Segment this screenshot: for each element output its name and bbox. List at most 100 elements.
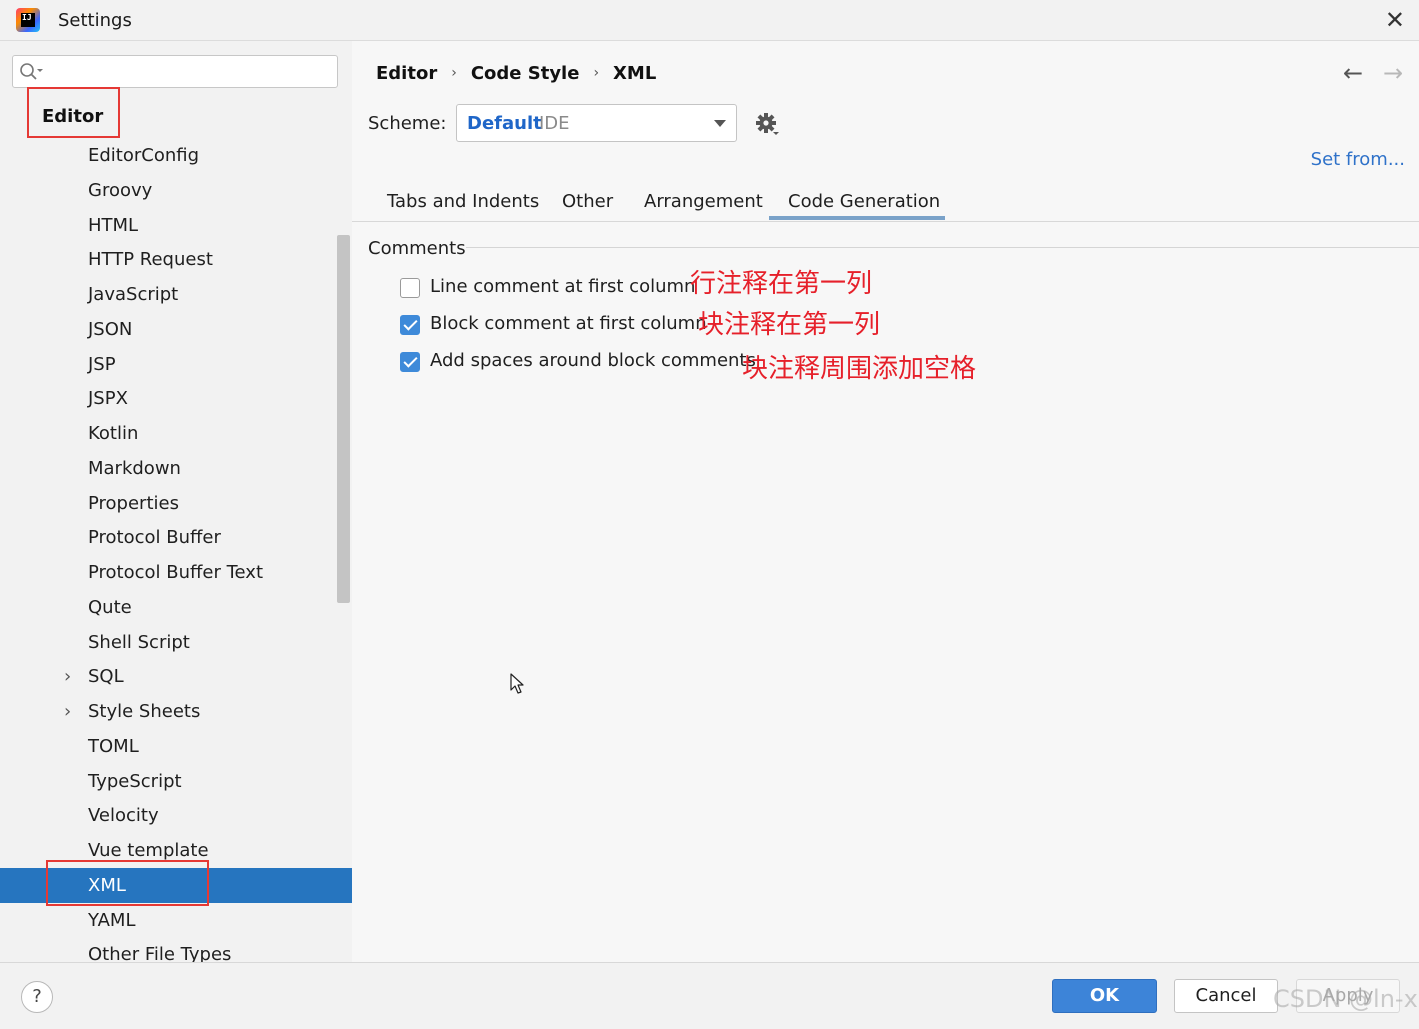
intellij-app-icon: IJ <box>16 8 40 32</box>
sidebar-item-qute[interactable]: Qute <box>0 590 352 625</box>
sidebar-item-typescript[interactable]: TypeScript <box>0 764 352 799</box>
sidebar-item-kotlin[interactable]: Kotlin <box>0 416 352 451</box>
dialog-footer: ? OK Cancel Apply CSDN @ln-x <box>0 962 1419 1029</box>
breadcrumb-item-editor[interactable]: Editor <box>376 63 437 84</box>
sidebar-item-label: Protocol Buffer Text <box>88 562 264 583</box>
sidebar-item-protocol-buffer[interactable]: Protocol Buffer <box>0 520 352 555</box>
sidebar-item-sql[interactable]: › SQL <box>0 659 352 694</box>
sidebar-item-label: Style Sheets <box>88 701 201 722</box>
sidebar-item-style-sheets[interactable]: › Style Sheets <box>0 694 352 729</box>
sidebar-item-label: JSP <box>88 353 116 375</box>
sidebar-item-label: HTML <box>88 214 139 236</box>
scheme-label: Scheme: <box>368 113 447 134</box>
forward-arrow-icon[interactable]: → <box>1373 59 1413 87</box>
scheme-value: Default <box>467 113 542 134</box>
close-icon[interactable]: ✕ <box>1385 6 1405 34</box>
history-navigation: ← → <box>1333 59 1413 87</box>
tab-other[interactable]: Other <box>562 191 613 212</box>
sidebar-item-label: Shell Script <box>88 631 190 653</box>
sidebar-scrollbar[interactable] <box>337 235 350 603</box>
annotation-note-add-spaces: 块注释周围添加空格 <box>742 354 977 384</box>
sidebar-section-editor[interactable]: Editor <box>42 106 103 127</box>
breadcrumb-separator-icon: › <box>593 65 600 81</box>
title-bar: IJ Settings ✕ <box>0 0 1419 41</box>
tab-tabs-and-indents[interactable]: Tabs and Indents <box>387 191 539 212</box>
sidebar-item-label: JSON <box>88 318 133 340</box>
group-divider <box>466 247 1419 248</box>
breadcrumb-separator-icon: › <box>451 65 457 81</box>
sidebar-item-label: Qute <box>88 596 132 618</box>
scheme-dropdown[interactable]: Default IDE <box>456 104 737 142</box>
sidebar-item-vue-template[interactable]: Vue template <box>0 833 352 868</box>
sidebar-item-other-file-types[interactable]: Other File Types <box>0 937 352 962</box>
sidebar-item-editorconfig[interactable]: EditorConfig <box>0 138 352 173</box>
window-title: Settings <box>58 10 132 31</box>
sidebar-item-label: YAML <box>88 909 136 931</box>
sidebar-item-http-request[interactable]: HTTP Request <box>0 242 352 277</box>
sidebar-item-label: TypeScript <box>88 770 182 792</box>
sidebar-item-protocol-buffer-text[interactable]: Protocol Buffer Text <box>0 555 352 590</box>
scheme-sub-label: IDE <box>539 113 570 134</box>
sidebar-item-toml[interactable]: TOML <box>0 729 352 764</box>
tab-bar: Tabs and Indents Other Arrangement Code … <box>352 183 1419 222</box>
line-comment-label[interactable]: Line comment at first column <box>430 276 695 297</box>
cancel-button[interactable]: Cancel <box>1174 979 1278 1013</box>
annotation-note-line-comment: 行注释在第一列 <box>690 269 873 299</box>
line-comment-checkbox[interactable] <box>400 278 420 298</box>
tab-arrangement[interactable]: Arrangement <box>644 191 763 212</box>
sidebar-item-groovy[interactable]: Groovy <box>0 173 352 208</box>
sidebar-item-label: Protocol Buffer <box>88 527 221 549</box>
sidebar-item-label: JSPX <box>88 388 128 410</box>
search-input[interactable] <box>51 60 335 86</box>
sidebar-item-jspx[interactable]: JSPX <box>0 381 352 416</box>
sidebar-item-label: HTTP Request <box>88 249 213 271</box>
set-from-link[interactable]: Set from... <box>1311 149 1405 170</box>
active-tab-indicator <box>769 216 945 220</box>
settings-main-panel: Editor › Code Style › XML ← → Scheme: Default… <box>352 41 1419 962</box>
sidebar-item-label: Kotlin <box>88 423 139 444</box>
sidebar-item-label: Other File Types <box>88 944 232 962</box>
sidebar-item-html[interactable]: HTML <box>0 208 352 243</box>
mouse-cursor-icon <box>510 673 524 694</box>
sidebar-item-jsp[interactable]: JSP <box>0 347 352 382</box>
sidebar-item-label: XML <box>88 874 126 896</box>
sidebar-item-label: Vue template <box>88 840 209 861</box>
sidebar-item-javascript[interactable]: JavaScript <box>0 277 352 312</box>
sidebar-item-xml[interactable]: XML <box>0 867 352 903</box>
comments-group-title: Comments <box>368 238 466 259</box>
breadcrumb: Editor › Code Style › XML <box>376 63 656 84</box>
sidebar-item-label: SQL <box>88 666 124 688</box>
chevron-right-icon[interactable]: › <box>64 659 78 694</box>
sidebar-item-label: Groovy <box>88 179 153 201</box>
sidebar-item-label: EditorConfig <box>88 145 200 166</box>
settings-sidebar: Editor EditorConfig Groovy HTML HTTP Reques… <box>0 41 352 962</box>
back-arrow-icon[interactable]: ← <box>1333 59 1373 87</box>
sidebar-item-markdown[interactable]: Markdown <box>0 451 352 486</box>
tab-code-generation[interactable]: Code Generation <box>788 191 940 212</box>
breadcrumb-item-code-style[interactable]: Code Style <box>471 63 580 84</box>
csdn-watermark: CSDN @ln-x <box>1273 985 1418 1013</box>
search-icon <box>20 63 43 80</box>
annotation-note-block-comment: 块注释在第一列 <box>698 310 881 340</box>
gear-icon[interactable] <box>754 111 784 139</box>
sidebar-item-label: Markdown <box>88 457 181 479</box>
sidebar-item-label: JavaScript <box>88 284 179 305</box>
sidebar-item-properties[interactable]: Properties <box>0 486 352 521</box>
sidebar-item-label: Properties <box>88 492 179 514</box>
ok-button[interactable]: OK <box>1052 979 1157 1013</box>
sidebar-item-label: Velocity <box>88 805 159 827</box>
sidebar-item-label: TOML <box>88 735 139 757</box>
block-comment-label[interactable]: Block comment at first column <box>430 313 707 334</box>
search-field[interactable] <box>12 55 338 88</box>
help-icon[interactable]: ? <box>21 981 53 1013</box>
sidebar-item-shell-script[interactable]: Shell Script <box>0 625 352 660</box>
block-comment-checkbox[interactable] <box>400 315 420 335</box>
sidebar-item-json[interactable]: JSON <box>0 312 352 347</box>
add-spaces-label[interactable]: Add spaces around block comments <box>430 350 756 371</box>
sidebar-item-yaml[interactable]: YAML <box>0 903 352 938</box>
chevron-down-icon <box>714 120 726 127</box>
add-spaces-checkbox[interactable] <box>400 352 420 372</box>
sidebar-item-velocity[interactable]: Velocity <box>0 798 352 833</box>
breadcrumb-item-xml: XML <box>613 63 657 84</box>
chevron-right-icon[interactable]: › <box>64 694 78 729</box>
